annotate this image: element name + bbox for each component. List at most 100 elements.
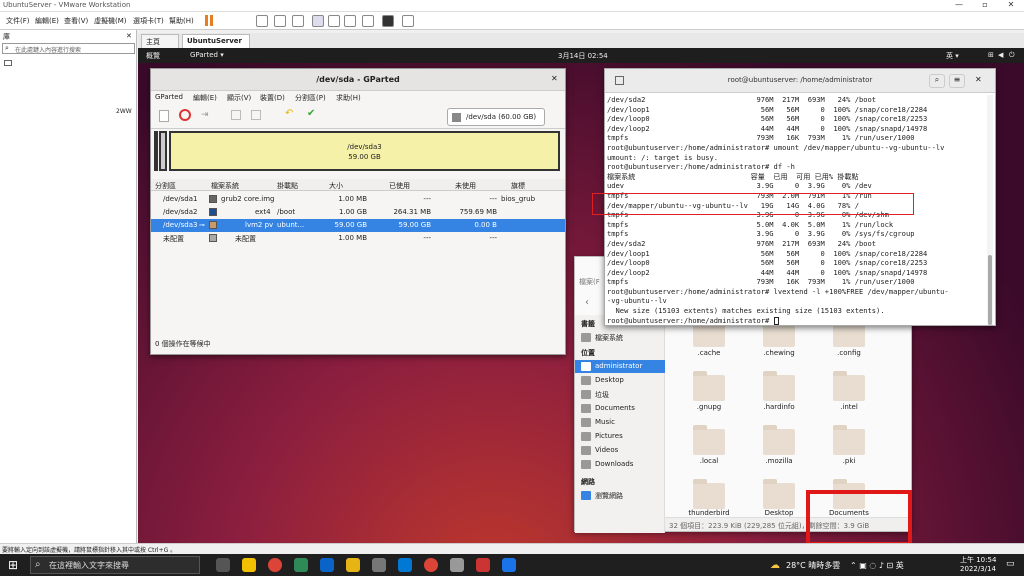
menu-tabs[interactable]: 選項卡(T) [133, 16, 164, 26]
library-close-icon[interactable]: ✕ [126, 32, 132, 40]
vmware-icon[interactable] [502, 558, 516, 572]
partition-row[interactable]: /dev/sda1 grub2 core.img 1.00 MB --- ---… [151, 193, 565, 206]
app-icon[interactable] [450, 558, 464, 572]
app-icon[interactable] [372, 558, 386, 572]
sticky-notes-icon[interactable] [242, 558, 256, 572]
hamburger-menu-icon[interactable]: ≡ [949, 74, 965, 88]
clock-date[interactable]: 2022/3/14 [960, 565, 996, 573]
col-mount[interactable]: 掛載點 [277, 181, 298, 191]
place-downloads[interactable]: Downloads [595, 460, 633, 468]
gparted-menu-gparted[interactable]: GParted [155, 93, 183, 101]
maximize-button[interactable]: ▫ [972, 0, 998, 12]
mail-icon[interactable] [398, 558, 412, 572]
place-trash[interactable]: 垃圾 [595, 390, 609, 400]
snapshot-manager-icon[interactable] [292, 15, 304, 27]
chrome-icon[interactable] [268, 558, 282, 572]
tab-home[interactable]: 主頁 [141, 34, 179, 48]
delete-icon[interactable] [179, 109, 191, 121]
gparted-menu-help[interactable]: 求助(H) [336, 93, 361, 103]
gparted-menu-device[interactable]: 裝置(D) [260, 93, 285, 103]
bookmark-filesystem[interactable]: 檔案系統 [595, 333, 623, 343]
menu-edit[interactable]: 編輯(E) [35, 16, 59, 26]
place-documents[interactable]: Documents [595, 404, 635, 412]
folder-icon[interactable] [833, 425, 865, 455]
partition-row[interactable]: 未配置 未配置 1.00 MB --- --- [151, 232, 565, 245]
apply-icon[interactable]: ✔ [307, 108, 315, 119]
menu-vm[interactable]: 虛擬機(M) [94, 16, 127, 26]
col-filesystem[interactable]: 檔案系統 [211, 181, 239, 191]
col-used[interactable]: 已使用 [389, 181, 410, 191]
library-view-icon[interactable] [312, 15, 324, 27]
taskbar-search-input[interactable]: ⌕ 在這裡輸入文字來搜尋 [30, 556, 200, 574]
place-videos[interactable]: Videos [595, 446, 618, 454]
vm-tree-icon[interactable] [4, 60, 12, 66]
partition-row-selected[interactable]: /dev/sda3 ⊸ lvm2 pv ubunt... 59.00 GB 59… [151, 219, 565, 232]
terminal-scrollbar[interactable] [987, 95, 993, 325]
paste-icon[interactable] [251, 110, 261, 120]
edge-icon[interactable] [320, 558, 334, 572]
input-method[interactable]: 英 ▾ [946, 51, 959, 61]
clock-time[interactable]: 上午 10:54 [960, 555, 996, 565]
folder-icon[interactable] [693, 425, 725, 455]
col-unused[interactable]: 未使用 [455, 181, 476, 191]
tab-ubuntuserver[interactable]: UbuntuServer [182, 34, 250, 48]
chrome-icon[interactable] [424, 558, 438, 572]
col-partition[interactable]: 分割區 [155, 181, 176, 191]
resize-icon[interactable]: ⇥ [201, 110, 209, 120]
col-size[interactable]: 大小 [329, 181, 343, 191]
place-browse-network[interactable]: 瀏覽網路 [595, 491, 623, 501]
copy-icon[interactable] [231, 110, 241, 120]
place-music[interactable]: Music [595, 418, 615, 426]
minimize-button[interactable]: — [946, 0, 972, 12]
pause-icon[interactable] [205, 15, 208, 26]
thumbnail-icon[interactable] [328, 15, 340, 27]
library-search-input[interactable]: ⌕ 在此處鍵入內容進行搜索 [2, 43, 135, 54]
network-icon[interactable]: ⊞ [988, 51, 994, 59]
new-partition-icon[interactable] [159, 110, 169, 122]
fullscreen-icon[interactable] [344, 15, 356, 27]
terminal-close-icon[interactable]: ✕ [975, 75, 982, 84]
gparted-close-icon[interactable]: ✕ [551, 74, 558, 83]
scrollbar-thumb[interactable] [988, 255, 992, 325]
revert-icon[interactable] [274, 15, 286, 27]
folder-icon[interactable] [693, 479, 725, 509]
windows-start-icon[interactable]: ⊞ [8, 558, 18, 572]
back-icon[interactable]: ‹ [585, 297, 589, 308]
graph-sda1[interactable] [154, 131, 158, 171]
place-pictures[interactable]: Pictures [595, 432, 623, 440]
col-flags[interactable]: 旗標 [511, 181, 525, 191]
snapshot-icon[interactable] [256, 15, 268, 27]
menu-view[interactable]: 查看(V) [64, 16, 88, 26]
vm-display[interactable]: 概覽 GParted ▾ 3月14日 02:54 英 ▾ ⊞ ◀ ⏻ /dev/… [138, 48, 1024, 543]
folder-icon[interactable] [833, 371, 865, 401]
folder-icon[interactable] [763, 479, 795, 509]
clock[interactable]: 3月14日 02:54 [558, 51, 608, 61]
gparted-menu-edit[interactable]: 編輯(E) [193, 93, 217, 103]
activities-button[interactable]: 概覽 [146, 51, 160, 61]
weather-text[interactable]: 28°C 晴時多雲 [786, 560, 840, 571]
menu-file[interactable]: 文件(F) [6, 16, 30, 26]
app-icon[interactable] [476, 558, 490, 572]
task-view-icon[interactable] [216, 558, 230, 572]
undo-icon[interactable]: ↶ [285, 108, 293, 119]
file-explorer-icon[interactable] [346, 558, 360, 572]
notification-icon[interactable]: ▭ [1006, 559, 1015, 569]
app-icon[interactable] [294, 558, 308, 572]
unity-icon[interactable] [362, 15, 374, 27]
stretch-icon[interactable] [402, 15, 414, 27]
app-menu[interactable]: GParted ▾ [190, 51, 224, 59]
place-desktop[interactable]: Desktop [595, 376, 624, 384]
power-icon[interactable]: ⏻ [1009, 51, 1015, 60]
folder-icon[interactable] [763, 425, 795, 455]
search-icon[interactable]: ⌕ [929, 74, 945, 88]
menu-help[interactable]: 幫助(H) [169, 16, 194, 26]
folder-icon[interactable] [763, 371, 795, 401]
tray-icons[interactable]: ⌃ ▣ ◌ ♪ ⊡ 英 [850, 560, 904, 571]
gparted-menu-partition[interactable]: 分割區(P) [295, 93, 326, 103]
device-selector[interactable]: /dev/sda (60.00 GB) [447, 108, 545, 126]
close-button[interactable]: ✕ [998, 0, 1024, 12]
console-icon[interactable] [382, 15, 394, 27]
graph-sda3[interactable]: /dev/sda3 59.00 GB [169, 131, 560, 171]
graph-sda2[interactable] [159, 131, 167, 171]
folder-icon[interactable] [693, 371, 725, 401]
